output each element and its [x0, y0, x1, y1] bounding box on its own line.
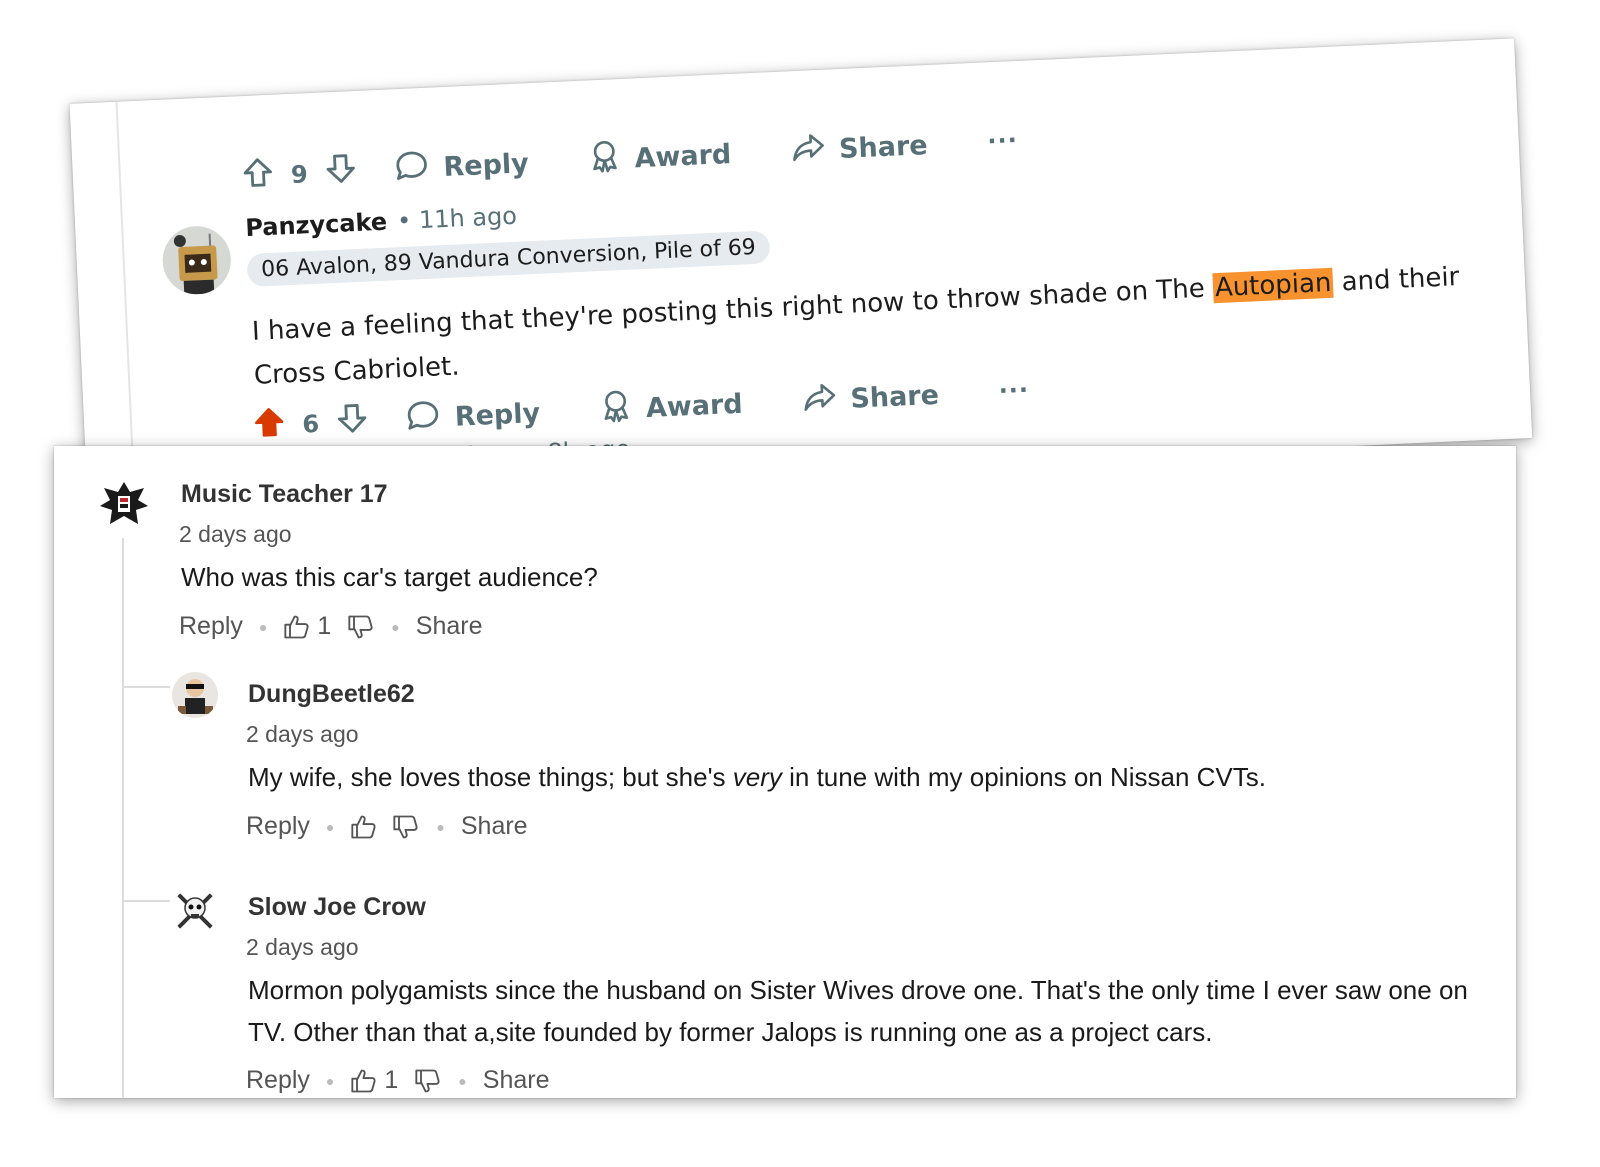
reply-label: Reply: [442, 148, 530, 184]
award-button[interactable]: Award: [588, 134, 732, 181]
share-button[interactable]: Share: [416, 612, 483, 641]
comment-text: My wife, she loves those things; but she…: [248, 762, 733, 792]
thumbs-down-icon[interactable]: [414, 1068, 442, 1094]
reply-button[interactable]: Reply: [246, 1066, 310, 1095]
speech-bubble-icon: [393, 147, 445, 190]
award-button[interactable]: Award: [599, 384, 743, 431]
separator-dot: ●: [436, 818, 445, 835]
reddit-comment-card: 9 Reply Award Share ... Panzycake • 11h …: [69, 38, 1533, 504]
award-label: Award: [633, 138, 732, 175]
share-arrow-icon: [802, 381, 852, 420]
comment-body: Who was this car's target audience?: [181, 562, 598, 592]
comment-text-end: in tune with my opinions on Nissan CVTs.: [781, 762, 1267, 792]
like-count: 1: [384, 1066, 399, 1094]
share-button[interactable]: Share: [802, 377, 940, 420]
vote-count: 6: [301, 409, 320, 439]
comment-action-bar: Reply ● 1 ● Share: [179, 612, 482, 641]
upvote-arrow-icon[interactable]: [240, 155, 276, 198]
share-button[interactable]: Share: [461, 812, 528, 841]
vote-group: 9: [240, 151, 358, 197]
comment-action-bar: Reply ● 1 ● Share: [246, 1066, 549, 1095]
avatar[interactable]: [172, 672, 218, 718]
separator-dot: ●: [391, 618, 400, 635]
highlighted-word: Autopian: [1212, 267, 1335, 304]
thread-line: [115, 101, 136, 502]
thumbs-down-icon[interactable]: [392, 814, 420, 840]
thumbs-up-icon[interactable]: [350, 1068, 378, 1094]
comment-action-bar: Reply ● ● Share: [246, 812, 528, 841]
award-label: Award: [645, 388, 744, 425]
blog-comment-card: Music Teacher 17 2 days ago Who was this…: [54, 446, 1516, 1098]
comment-text: I have a feeling that they're posting th…: [251, 273, 1214, 347]
comment-date: 2 days ago: [179, 521, 292, 547]
comment-body: My wife, she loves those things; but she…: [248, 756, 1488, 798]
reply-button[interactable]: Reply: [404, 393, 541, 440]
separator-dot: ●: [325, 1072, 335, 1089]
share-button[interactable]: Share: [483, 1066, 550, 1095]
downvote-arrow-icon[interactable]: [334, 401, 370, 444]
user-flair: 06 Avalon, 89 Vandura Conversion, Pile o…: [246, 230, 771, 288]
timestamp: • 11h ago: [396, 201, 518, 236]
thumbs-up-icon[interactable]: [283, 614, 311, 640]
comment-date: 2 days ago: [246, 721, 359, 747]
reply-button[interactable]: Reply: [179, 612, 243, 641]
thread-line: [122, 538, 124, 1098]
separator-dot: ●: [325, 818, 335, 835]
vote-group: 6: [251, 401, 369, 447]
downvote-arrow-icon[interactable]: [323, 151, 359, 194]
username[interactable]: DungBeetle62: [248, 680, 415, 709]
comment-action-bar: 9 Reply Award Share ...: [240, 119, 1019, 197]
username[interactable]: Slow Joe Crow: [248, 893, 426, 922]
separator-dot: ●: [458, 1072, 467, 1089]
share-button[interactable]: Share: [790, 127, 928, 170]
award-ribbon-icon: [599, 388, 647, 431]
separator-dot: ●: [258, 618, 268, 635]
share-label: Share: [849, 379, 940, 415]
vote-count: 9: [290, 159, 309, 189]
reply-button[interactable]: Reply: [393, 143, 530, 190]
speech-bubble-icon: [404, 397, 456, 440]
thumbs-up-icon[interactable]: [350, 814, 378, 840]
share-arrow-icon: [790, 131, 840, 170]
avatar[interactable]: [96, 476, 152, 532]
emphasized-text: very: [732, 762, 782, 792]
share-label: Share: [838, 130, 929, 166]
upvote-arrow-icon[interactable]: [251, 404, 287, 447]
username[interactable]: Panzycake: [245, 208, 388, 242]
reply-button[interactable]: Reply: [246, 812, 310, 841]
avatar[interactable]: [172, 888, 218, 934]
reply-label: Reply: [454, 397, 541, 433]
thread-branch: [124, 686, 170, 688]
thumbs-down-icon[interactable]: [347, 614, 375, 640]
comment-date: 2 days ago: [246, 934, 359, 960]
avatar[interactable]: [161, 224, 233, 296]
like-count: 1: [317, 612, 332, 640]
more-options-button[interactable]: ...: [998, 369, 1030, 398]
more-options-button[interactable]: ...: [986, 119, 1018, 148]
award-ribbon-icon: [588, 138, 636, 181]
username[interactable]: Music Teacher 17: [181, 480, 388, 509]
thread-branch: [124, 900, 170, 902]
comment-body: Mormon polygamists since the husband on …: [248, 975, 1468, 1047]
